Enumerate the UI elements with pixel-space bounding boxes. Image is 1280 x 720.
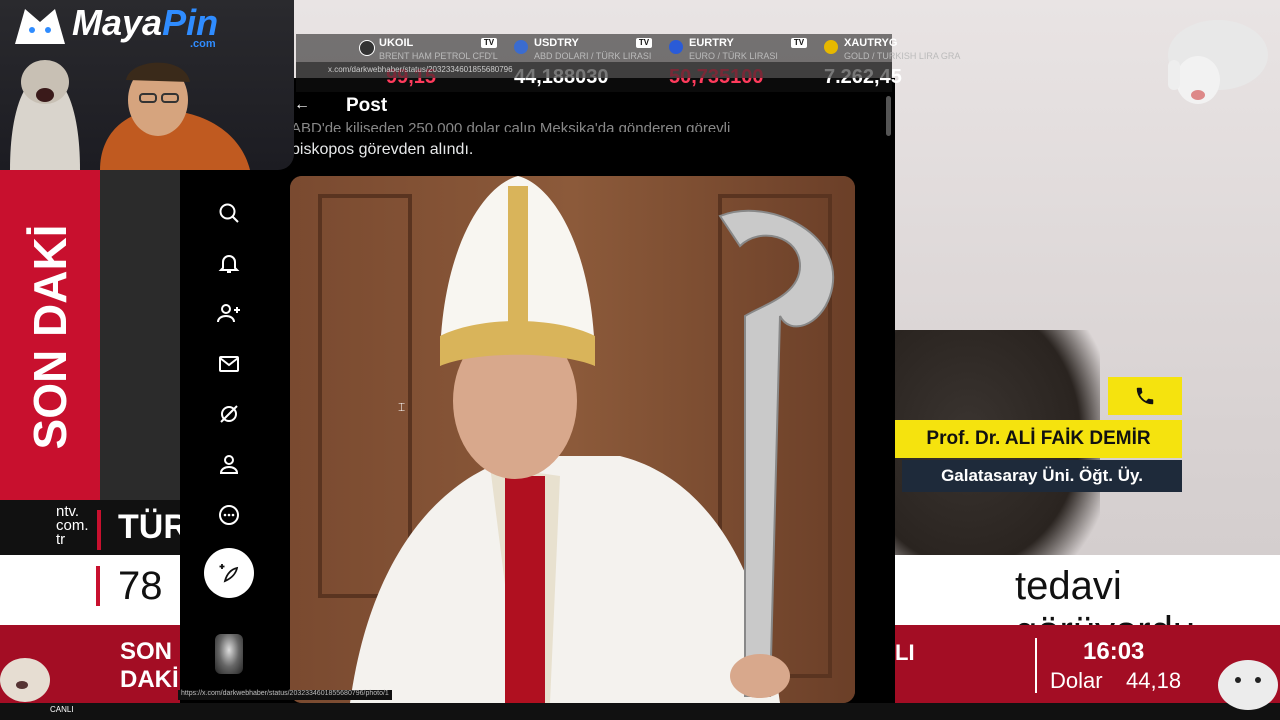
oil-drop-icon	[359, 40, 375, 56]
eu-flag-icon	[669, 40, 683, 54]
ticker-symbol: EURTRY	[689, 37, 734, 49]
headline-left-text: 78	[118, 564, 163, 608]
feather-plus-icon	[219, 564, 239, 583]
brand-logo-maya: Maya	[72, 2, 163, 43]
post-text-line-1: ABD'de kiliseden 250.000 dolar çalıp Mek…	[291, 120, 731, 132]
bishop-photo	[290, 176, 855, 703]
back-arrow-icon[interactable]: ←	[294, 96, 310, 114]
ticker-name: EURO / TÜRK LIRASI	[689, 51, 778, 61]
gold-icon	[824, 40, 838, 54]
mouse-cursor-icon: ⌶	[398, 400, 406, 414]
vertical-dark-panel	[100, 170, 180, 500]
phone-icon	[1136, 387, 1154, 405]
scrollbar[interactable]	[886, 96, 891, 136]
red-divider	[97, 510, 101, 550]
ticker-symbol: USDTRY	[534, 37, 579, 49]
dolar-value: 44,18	[1126, 668, 1182, 693]
post-text-line-2: piskopos görevden alındı.	[291, 141, 474, 158]
cat-sticker-top-right	[1168, 20, 1268, 104]
brand-logo-pin: Pin	[162, 2, 219, 43]
grok-icon[interactable]	[215, 400, 243, 428]
ntv-logo: ntv. com. tr	[56, 503, 89, 548]
ticker-symbol: XAUTRYG	[844, 37, 898, 49]
broadcast-clock: 16:03	[1083, 638, 1145, 665]
headline-red-line	[96, 566, 100, 606]
account-avatar[interactable]	[215, 634, 243, 674]
ticker-name: ABD DOLARI / TÜRK LIRASI	[534, 51, 652, 61]
bottom-breaking-label: SON DAKİ	[120, 638, 179, 693]
search-icon[interactable]	[215, 199, 243, 227]
post-header-title: Post	[346, 95, 388, 116]
guest-name-box: Prof. Dr. ALİ FAİK DEMİR	[895, 420, 1182, 458]
status-strip	[0, 703, 1280, 720]
follow-add-user-icon[interactable]	[215, 299, 243, 327]
compose-post-button[interactable]	[204, 548, 254, 598]
guest-name: Prof. Dr. ALİ FAİK DEMİR	[926, 428, 1151, 449]
ticker-name: BRENT HAM PETROL CFD'L	[379, 51, 498, 61]
more-options-icon[interactable]	[215, 501, 243, 529]
cat-sticker-bottom-right	[1218, 660, 1278, 710]
x-sidebar	[180, 160, 275, 703]
phone-icon-box	[1108, 377, 1182, 415]
guest-title: Galatasaray Üni. Öğt. Üy.	[941, 466, 1143, 485]
browser-url[interactable]: x.com/darkwebhaber/status/20323346018556…	[328, 65, 513, 74]
cat-sticker-bottom-left	[0, 658, 50, 702]
brand-logo-domain: .com	[190, 38, 216, 50]
breaking-news-vertical-label: SON DAKİ	[24, 224, 76, 450]
breaking-news-vertical-banner: SON DAKİ	[0, 170, 100, 500]
bottom-fragment-label: LI	[895, 640, 915, 665]
news-short-title: TÜR	[118, 508, 188, 546]
clock-divider	[1035, 638, 1037, 693]
tradingview-icon: TV	[636, 38, 652, 48]
us-flag-icon	[514, 40, 528, 54]
profile-icon[interactable]	[215, 450, 243, 478]
guest-title-box: Galatasaray Üni. Öğt. Üy.	[902, 460, 1182, 492]
live-label: CANLI	[50, 705, 74, 714]
dolar-label: Dolar	[1050, 668, 1103, 693]
notifications-bell-icon[interactable]	[215, 249, 243, 277]
post-photo[interactable]	[290, 176, 855, 703]
messages-mail-icon[interactable]	[215, 350, 243, 378]
tradingview-icon: TV	[481, 38, 497, 48]
cat-logo-icon	[15, 9, 65, 44]
ticker-symbol: UKOIL	[379, 37, 414, 49]
ticker-name: GOLD / TURKISH LIRA GRA	[844, 51, 961, 61]
status-bar-url: https://x.com/darkwebhaber/status/203233…	[178, 690, 392, 700]
tradingview-icon: TV	[791, 38, 807, 48]
